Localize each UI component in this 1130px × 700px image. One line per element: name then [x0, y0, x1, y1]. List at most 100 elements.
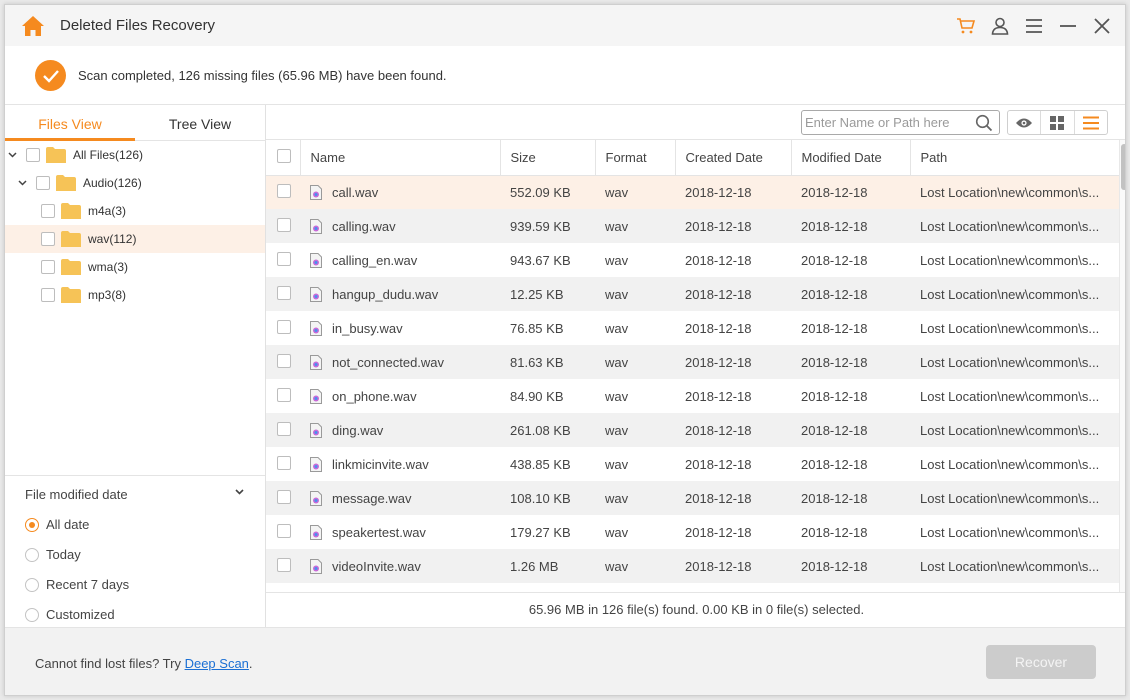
menu-button[interactable]: [1017, 5, 1051, 46]
table-row[interactable]: speakertest.wav 179.27 KB wav 2018-12-18 201…: [266, 515, 1119, 549]
column-header-path[interactable]: Path: [910, 140, 1119, 176]
file-size: 939.59 KB: [500, 209, 595, 243]
checkbox[interactable]: [26, 148, 40, 162]
search-icon[interactable]: [975, 114, 993, 132]
radio-button[interactable]: [25, 577, 39, 592]
chevron-down-icon[interactable]: [17, 178, 27, 188]
radio-all-date[interactable]: All date: [25, 517, 89, 532]
tree-item-label: m4a(3): [88, 204, 127, 218]
checkbox[interactable]: [41, 260, 55, 274]
row-checkbox[interactable]: [277, 285, 291, 300]
radio-recent-7-days[interactable]: Recent 7 days: [25, 577, 129, 592]
row-checkbox[interactable]: [277, 353, 291, 368]
preview-view-button[interactable]: [1008, 111, 1042, 134]
scrollbar-thumb[interactable]: [1121, 144, 1125, 190]
audio-file-icon: [310, 354, 322, 370]
grid-view-button[interactable]: [1041, 111, 1075, 134]
column-header-format[interactable]: Format: [595, 140, 676, 176]
file-format: wav: [595, 413, 675, 447]
home-icon[interactable]: [21, 15, 45, 37]
vertical-scrollbar[interactable]: [1119, 140, 1125, 592]
audio-file-icon: [310, 524, 322, 540]
modified-date: 2018-12-18: [791, 277, 910, 311]
created-date: 2018-12-18: [685, 456, 752, 472]
row-checkbox[interactable]: [277, 421, 291, 436]
radio-button[interactable]: [25, 607, 39, 622]
checkbox[interactable]: [36, 176, 50, 190]
row-checkbox[interactable]: [277, 523, 291, 538]
file-format: wav: [595, 481, 675, 515]
table-row[interactable]: linkmicinvite.wav 438.85 KB wav 2018-12-18 2…: [266, 447, 1119, 481]
deep-scan-prompt-text: Cannot find lost files? Try: [35, 656, 185, 671]
row-checkbox[interactable]: [277, 251, 291, 266]
file-name-wrap: linkmicinvite.wav: [310, 456, 500, 472]
table-row[interactable]: not_connected.wav 81.63 KB wav 2018-12-18 20…: [266, 345, 1119, 379]
chevron-down-icon[interactable]: [235, 486, 244, 498]
table-row[interactable]: ding.wav 261.08 KB wav 2018-12-18 2018-12-18…: [266, 413, 1119, 447]
check-icon: [35, 60, 66, 91]
tab-files-view[interactable]: Files View: [5, 105, 135, 141]
tree-item-m4a[interactable]: m4a(3): [5, 197, 265, 225]
tree-item-all-files[interactable]: All Files(126): [5, 141, 265, 169]
table-row[interactable]: in_busy.wav 76.85 KB wav 2018-12-18 2018-12-…: [266, 311, 1119, 345]
table-row[interactable]: dahlia_flac: [266, 583, 1119, 592]
created-date: 2018-12-18: [675, 345, 791, 379]
row-checkbox[interactable]: [277, 319, 291, 334]
row-checkbox[interactable]: [277, 217, 291, 232]
column-header-name[interactable]: Name: [300, 140, 501, 176]
file-path: Lost Location\new\common\s...: [910, 481, 1119, 515]
checkbox[interactable]: [41, 204, 55, 218]
table-row[interactable]: hangup_dudu.wav 12.25 KB wav 2018-12-18 2018…: [266, 277, 1119, 311]
file-path: Lost Location\new\common\s...: [910, 345, 1119, 379]
row-checkbox[interactable]: [277, 455, 291, 470]
select-all-checkbox[interactable]: [277, 148, 291, 163]
column-header-size[interactable]: Size: [500, 140, 596, 176]
file-path: Lost Location\new\common\s...: [920, 456, 1100, 472]
radio-today[interactable]: Today: [25, 547, 81, 562]
close-button[interactable]: [1085, 5, 1119, 46]
table-row[interactable]: calling_en.wav 943.67 KB wav 2018-12-18 2018…: [266, 243, 1119, 277]
deep-scan-link[interactable]: Deep Scan: [185, 656, 249, 671]
file-path: Lost Location\new\common\s...: [920, 320, 1100, 336]
chevron-down-icon[interactable]: [7, 150, 17, 160]
table-row[interactable]: call.wav 552.09 KB wav 2018-12-18 2018-12-18…: [266, 175, 1119, 209]
table-row[interactable]: calling.wav 939.59 KB wav 2018-12-18 2018-12…: [266, 209, 1119, 243]
radio-button[interactable]: [25, 547, 39, 562]
file-name-wrap: hangup_dudu.wav: [310, 286, 500, 302]
checkbox[interactable]: [41, 232, 55, 246]
minimize-button[interactable]: [1051, 5, 1085, 46]
list-view-button[interactable]: [1075, 111, 1107, 134]
column-header-modified-date[interactable]: Modified Date: [791, 140, 911, 176]
audio-file-icon: [310, 286, 322, 302]
row-checkbox-cell: [266, 549, 300, 583]
file-size: 108.10 KB: [500, 481, 595, 515]
tree-item-audio[interactable]: Audio(126): [5, 169, 265, 197]
row-checkbox-cell: [266, 413, 300, 447]
tab-tree-view[interactable]: Tree View: [135, 105, 265, 141]
tree-item-wma[interactable]: wma(3): [5, 253, 265, 281]
search-input[interactable]: [805, 113, 970, 132]
row-checkbox[interactable]: [277, 183, 291, 198]
account-button[interactable]: [983, 5, 1017, 46]
tree-item-mp3[interactable]: mp3(8): [5, 281, 265, 309]
cart-button[interactable]: [949, 5, 983, 46]
file-path: Lost Location\new\common\s...: [910, 277, 1119, 311]
table-row[interactable]: message.wav 108.10 KB wav 2018-12-18 2018-12…: [266, 481, 1119, 515]
table-row[interactable]: videoInvite.wav 1.26 MB wav 2018-12-18 2018-…: [266, 549, 1119, 583]
row-checkbox[interactable]: [277, 387, 291, 402]
footer: Cannot find lost files? Try Deep Scan. R…: [5, 627, 1125, 695]
row-checkbox[interactable]: [277, 489, 291, 504]
radio-label: Customized: [46, 607, 115, 622]
row-checkbox[interactable]: [277, 557, 291, 572]
table-row[interactable]: on_phone.wav 84.90 KB wav 2018-12-18 2018-12…: [266, 379, 1119, 413]
checkbox[interactable]: [41, 288, 55, 302]
radio-button[interactable]: [25, 517, 39, 532]
column-header-created-date[interactable]: Created Date: [675, 140, 792, 176]
radio-customized[interactable]: Customized: [25, 607, 115, 622]
audio-file-icon: [310, 218, 322, 234]
date-filter: File modified date All date Today Recent…: [5, 475, 265, 627]
tree-item-wav[interactable]: wav(112): [5, 225, 265, 253]
file-path: Lost Location\new\common\s...: [920, 388, 1100, 404]
recover-button[interactable]: Recover: [986, 645, 1096, 679]
file-table-container: Name Size Format Created Date Modified D…: [266, 140, 1119, 592]
